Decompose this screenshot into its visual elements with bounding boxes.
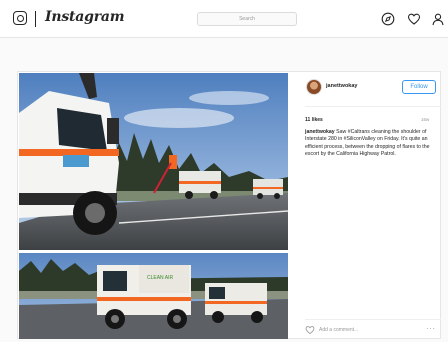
add-comment-input[interactable]: Add a comment... (319, 327, 358, 333)
search-input[interactable]: Search (197, 12, 297, 26)
post-card: CLEAN AIR janettwokay Follow 11 likes 16… (17, 71, 441, 339)
post-caption: janettwokay Saw #Caltrans cleaning the s… (305, 129, 439, 159)
instagram-logo-text[interactable]: Instagram (45, 9, 125, 25)
top-bar: Instagram Search (0, 0, 448, 38)
instagram-camera-icon[interactable] (13, 11, 27, 25)
likes-count[interactable]: 11 likes (305, 117, 323, 123)
more-options-button[interactable]: ··· (426, 324, 436, 333)
heart-icon[interactable] (407, 12, 421, 26)
post-photo-bottom[interactable]: CLEAN AIR (19, 253, 288, 339)
compass-icon[interactable] (381, 12, 395, 26)
comment-bar: Add a comment... ··· (305, 319, 441, 339)
post-timestamp[interactable]: 16w (421, 117, 429, 122)
follow-button[interactable]: Follow (402, 80, 436, 94)
profile-icon[interactable] (431, 12, 445, 26)
post-header: janettwokay Follow (305, 73, 441, 107)
username-link[interactable]: janettwokay (326, 83, 357, 89)
post-photo-top[interactable] (19, 73, 288, 250)
like-heart-icon[interactable] (305, 325, 315, 335)
caption-username[interactable]: janettwokay (305, 129, 335, 135)
logo-divider (35, 11, 36, 27)
truck-text: CLEAN AIR (147, 275, 174, 281)
avatar[interactable] (306, 79, 322, 95)
